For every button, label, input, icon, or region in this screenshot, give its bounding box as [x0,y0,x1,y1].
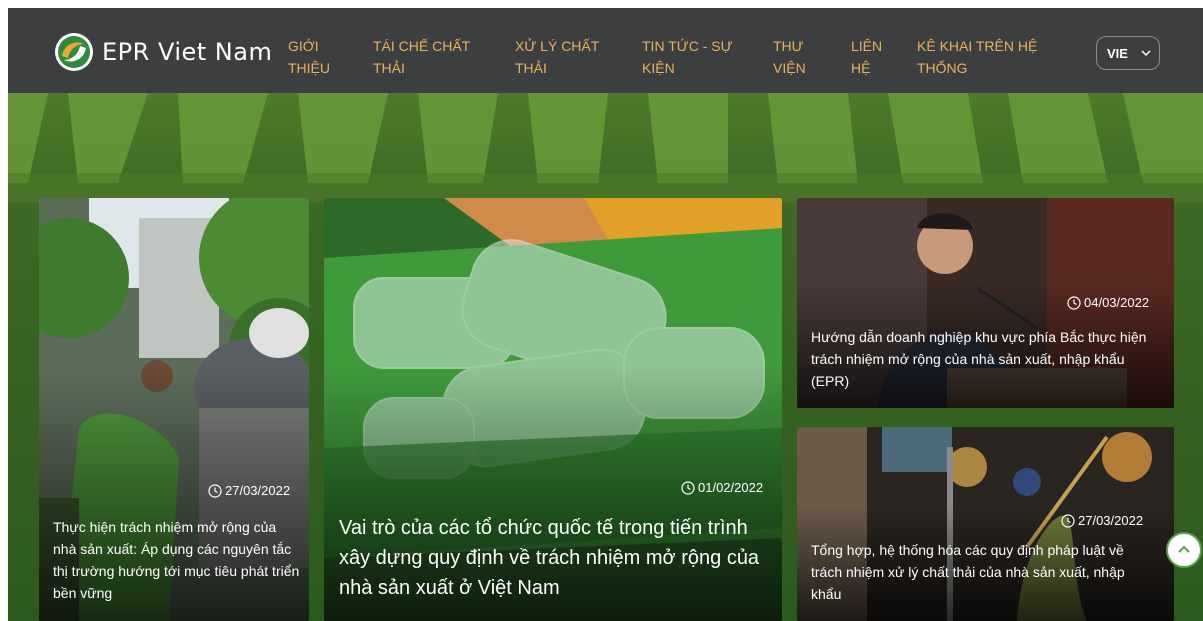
article-title[interactable]: Tổng hợp, hệ thống hóa các quy định pháp… [811,539,1156,605]
page-frame: EPR Viet Nam GIỚI THIỆU TÁI CHẾ CHẤT THẢ… [8,8,1203,621]
brand-name: EPR Viet Nam [102,38,273,66]
top-navbar: EPR Viet Nam GIỚI THIỆU TÁI CHẾ CHẤT THẢ… [8,8,1203,93]
language-select[interactable]: VIE [1096,36,1160,70]
nav-item-tin-tuc-su-kien[interactable]: TIN TỨC - SỰ KIỆN [642,35,747,79]
clock-icon [1061,513,1075,528]
clock-icon [681,480,695,495]
article-card-left[interactable]: 27/03/2022 Thực hiện trách nhiệm mở rộng… [39,198,309,621]
article-date-text: 27/03/2022 [1078,513,1144,528]
article-title[interactable]: Vai trò của các tổ chức quốc tế trong ti… [339,513,779,603]
scroll-to-top-button[interactable] [1166,532,1202,568]
clock-icon [208,483,222,498]
clock-icon [1067,295,1081,310]
site-logo[interactable]: EPR Viet Nam [54,32,272,72]
nav-item-thu-vien[interactable]: THƯ VIỆN [773,35,823,79]
article-date-text: 04/03/2022 [1084,295,1150,310]
article-date: 04/03/2022 [1067,295,1149,310]
article-date: 27/03/2022 [208,483,290,498]
chevron-up-icon [1178,545,1190,553]
nav-item-ke-khai-tren-he-thong[interactable]: KÊ KHAI TRÊN HỆ THỐNG [917,35,1052,79]
recycle-leaf-icon [55,33,93,71]
article-date-text: 01/02/2022 [698,480,764,495]
article-date-text: 27/03/2022 [225,483,291,498]
article-title[interactable]: Hướng dẫn doanh nghiệp khu vực phía Bắc … [811,326,1161,392]
article-date: 27/03/2022 [1061,513,1143,528]
nav-item-gioi-thieu[interactable]: GIỚI THIỆU [288,35,343,79]
nav-item-tai-che-chat-thai[interactable]: TÁI CHẾ CHẤT THẢI [373,35,483,79]
language-selected: VIE [1107,45,1128,61]
article-card-right-top[interactable]: 04/03/2022 Hướng dẫn doanh nghiệp khu vự… [797,198,1174,408]
nav-item-xu-ly-chat-thai[interactable]: XỬ LÝ CHẤT THẢI [515,35,610,79]
article-title[interactable]: Thực hiện trách nhiệm mở rộng của nhà sả… [53,516,303,604]
article-card-right-bottom[interactable]: 27/03/2022 Tổng hợp, hệ thống hóa các qu… [797,427,1174,621]
nav-item-lien-he[interactable]: LIÊN HỆ [851,35,896,79]
chevron-down-icon [1141,50,1151,57]
article-date: 01/02/2022 [681,480,763,495]
article-card-featured[interactable]: 01/02/2022 Vai trò của các tổ chức quốc … [324,198,782,621]
